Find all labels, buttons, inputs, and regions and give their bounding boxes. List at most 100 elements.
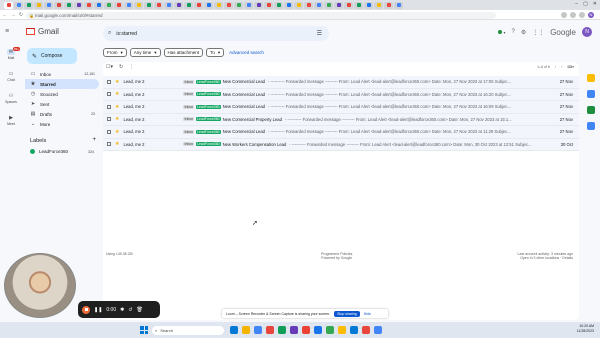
browser-tab[interactable]: [214, 1, 223, 9]
browser-tab[interactable]: [194, 1, 203, 9]
browser-tab[interactable]: [54, 1, 63, 9]
minimize-icon[interactable]: –: [575, 1, 578, 7]
browser-tab[interactable]: [184, 1, 193, 9]
stop-recording-button[interactable]: [82, 305, 90, 314]
star-icon[interactable]: ★: [115, 129, 119, 135]
previous-page-icon[interactable]: ‹: [555, 65, 556, 69]
browser-tab[interactable]: [204, 1, 213, 9]
browser-tab[interactable]: [84, 1, 93, 9]
maximize-icon[interactable]: ▢: [583, 1, 588, 7]
compose-button[interactable]: ✎ Compose: [27, 48, 77, 64]
label-item-leadforce360[interactable]: LeadForce360 324: [30, 149, 96, 154]
browser-tab[interactable]: [94, 1, 103, 9]
leadforce-label-chip[interactable]: LeadForce360: [196, 79, 221, 84]
star-icon[interactable]: ★: [115, 79, 119, 85]
stop-sharing-button[interactable]: Stop sharing: [334, 310, 360, 317]
gmail-logo[interactable]: Gmail: [26, 27, 59, 36]
contacts-icon[interactable]: [587, 122, 595, 130]
browser-tab[interactable]: [24, 1, 33, 9]
browser-tab[interactable]: [334, 1, 343, 9]
filter-options-icon[interactable]: ☰: [317, 30, 322, 37]
inbox-label-chip[interactable]: Inbox: [183, 104, 195, 109]
pause-icon[interactable]: ❚❚: [94, 307, 102, 313]
inbox-label-chip[interactable]: Inbox: [183, 129, 195, 134]
next-page-icon[interactable]: ›: [561, 65, 562, 69]
inbox-label-chip[interactable]: Inbox: [183, 92, 195, 97]
more-options-icon[interactable]: ⋮: [129, 64, 134, 70]
nav-item-inbox[interactable]: ▭ Inbox 12,161: [25, 69, 99, 79]
browser-tab[interactable]: [314, 1, 323, 9]
url-field[interactable]: 🔒 mail.google.com/mail/u/0/#starred: [26, 11, 496, 19]
browser-tab[interactable]: [124, 1, 133, 9]
email-row[interactable]: ★ Lead, me 2 Inbox LeadForce360 New Commerci…: [103, 76, 579, 89]
add-label-icon[interactable]: +: [92, 137, 96, 143]
taskbar-app-icon[interactable]: [338, 326, 346, 334]
browser-tab[interactable]: [234, 1, 243, 9]
search-bar[interactable]: ⌕ is:starred ☰: [103, 26, 329, 41]
taskbar-app-icon[interactable]: [278, 326, 286, 334]
browser-tab[interactable]: [354, 1, 363, 9]
reload-icon[interactable]: ↻: [18, 12, 24, 18]
draw-tool-icon[interactable]: ✱: [120, 307, 124, 313]
browser-tab[interactable]: [244, 1, 253, 9]
extension-icon[interactable]: [579, 11, 585, 18]
browser-tab[interactable]: [254, 1, 263, 9]
email-row[interactable]: ★ Lead, me 2 Inbox LeadForce360 New Commerci…: [103, 126, 579, 139]
activity-details-link[interactable]: Open in 3 other locations · Details: [518, 256, 573, 260]
taskbar-app-icon[interactable]: [326, 326, 334, 334]
windows-start-icon[interactable]: [140, 326, 148, 334]
browser-tab[interactable]: [154, 1, 163, 9]
star-icon[interactable]: ★: [115, 91, 119, 97]
browser-tab[interactable]: [304, 1, 313, 9]
taskbar-app-icon[interactable]: [254, 326, 262, 334]
browser-tab[interactable]: [34, 1, 43, 9]
select-all-checkbox[interactable]: ☐▾: [106, 64, 113, 70]
rail-chat[interactable]: ▭ Chat: [1, 71, 21, 82]
browser-tab[interactable]: [274, 1, 283, 9]
system-tray-clock[interactable]: 10:20 AM 11/28/2023: [577, 324, 594, 334]
taskbar-app-icon[interactable]: [290, 326, 298, 334]
account-avatar[interactable]: N: [582, 27, 592, 37]
browser-tab[interactable]: [4, 1, 13, 9]
browser-tab[interactable]: [164, 1, 173, 9]
browser-tab[interactable]: [394, 1, 403, 9]
rail-mail[interactable]: ✉ 99+ Mail: [1, 47, 21, 60]
browser-tab[interactable]: [64, 1, 73, 9]
taskbar-app-icon[interactable]: [266, 326, 274, 334]
browser-tab[interactable]: [384, 1, 393, 9]
from-filter-chip[interactable]: From ▾: [103, 48, 127, 57]
browser-tab[interactable]: [144, 1, 153, 9]
browser-tab[interactable]: [324, 1, 333, 9]
star-icon[interactable]: ★: [115, 116, 119, 122]
nav-item-snoozed[interactable]: ◷ Snoozed: [25, 89, 99, 99]
delete-icon[interactable]: 🗑: [137, 307, 143, 313]
inbox-label-chip[interactable]: Inbox: [183, 117, 195, 122]
row-checkbox[interactable]: [107, 142, 111, 147]
nav-item-sent[interactable]: ➤ Sent: [25, 99, 99, 109]
close-icon[interactable]: ✕: [593, 1, 597, 7]
browser-tab[interactable]: [14, 1, 23, 9]
row-checkbox[interactable]: [107, 129, 111, 134]
back-icon[interactable]: ←: [2, 12, 8, 18]
search-icon[interactable]: ⌕: [108, 30, 111, 37]
refresh-icon[interactable]: ↻: [119, 64, 123, 70]
email-row[interactable]: ★ Lead, me 2 Inbox LeadForce360 New Commerci…: [103, 113, 579, 126]
leadforce-label-chip[interactable]: LeadForce360: [196, 117, 221, 122]
browser-tab[interactable]: [294, 1, 303, 9]
leadforce-label-chip[interactable]: LeadForce360: [196, 104, 221, 109]
row-checkbox[interactable]: [107, 117, 111, 122]
taskbar-app-icon[interactable]: [230, 326, 238, 334]
rail-meet[interactable]: ▶ Meet: [1, 115, 21, 126]
browser-tab[interactable]: [114, 1, 123, 9]
nav-item-drafts[interactable]: ▤ Drafts 23: [25, 109, 99, 119]
browser-tab[interactable]: [364, 1, 373, 9]
calendar-icon[interactable]: [587, 74, 595, 82]
apps-grid-icon[interactable]: ⋮⋮: [532, 29, 544, 36]
google-account-logo[interactable]: Google: [550, 28, 576, 37]
taskbar-app-icon[interactable]: [374, 326, 382, 334]
forward-icon[interactable]: →: [10, 12, 16, 18]
browser-tab[interactable]: [284, 1, 293, 9]
browser-tab[interactable]: [224, 1, 233, 9]
advanced-search-link[interactable]: Advanced search: [229, 50, 264, 55]
star-icon[interactable]: ★: [115, 104, 119, 110]
